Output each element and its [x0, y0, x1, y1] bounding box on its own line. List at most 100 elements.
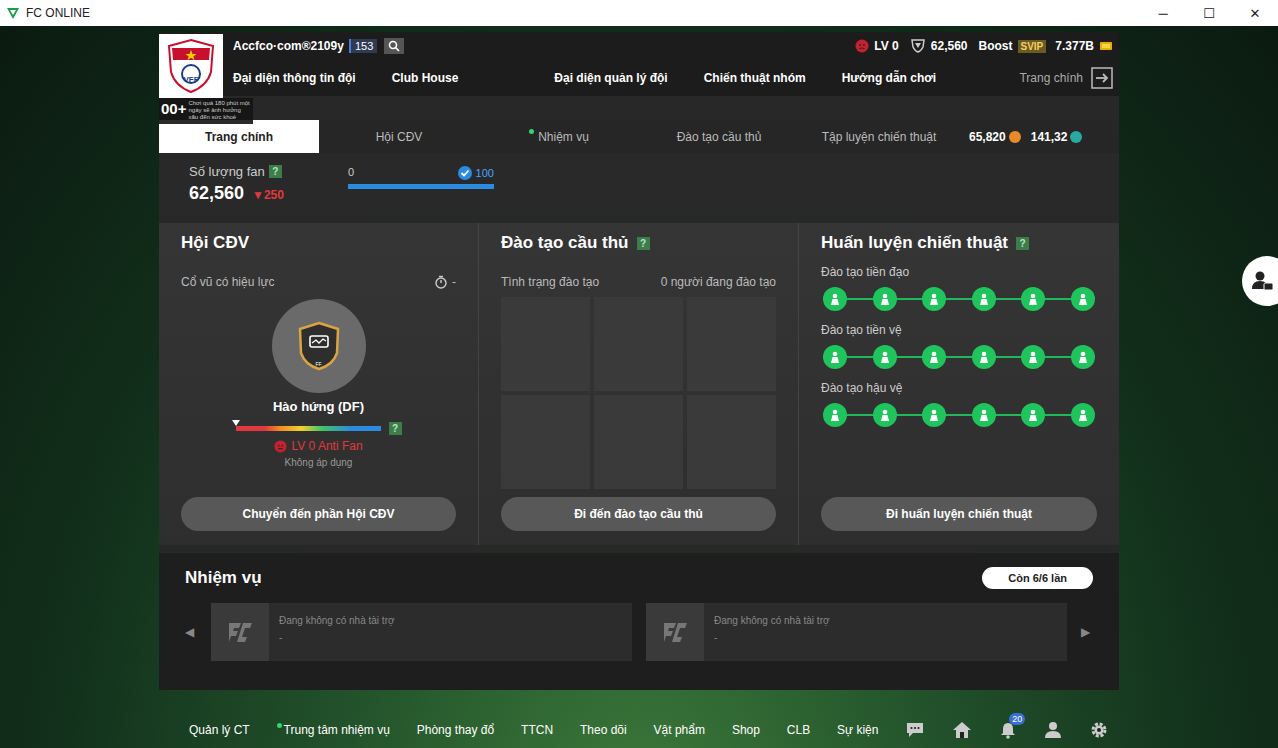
window-control[interactable]: ✕	[1232, 0, 1278, 26]
skill-icon	[1076, 350, 1090, 364]
training-node[interactable]	[922, 287, 946, 311]
help-button[interactable]: ?	[637, 237, 650, 250]
nav-item[interactable]: Hướng dẫn chơi	[842, 71, 936, 85]
training-node[interactable]	[1021, 403, 1045, 427]
bottom-menu-item[interactable]: Shop	[732, 723, 760, 737]
training-node[interactable]	[972, 403, 996, 427]
training-node[interactable]	[1071, 403, 1095, 427]
notification-dot	[529, 129, 534, 134]
search-icon	[388, 40, 400, 52]
coin-icon	[1070, 131, 1082, 143]
bottom-bar: Quản lý CT Trung tâm nhiệm vụ Phòng thay đ…	[169, 712, 1109, 748]
skill-icon	[1076, 292, 1090, 306]
home-link[interactable]: Trang chính	[1019, 67, 1113, 89]
track-label: Đào tạo tiền vệ	[821, 323, 1097, 337]
training-slot[interactable]	[687, 297, 776, 391]
training-slot[interactable]	[594, 297, 683, 391]
nav-item[interactable]: Chiến thuật nhóm	[704, 71, 806, 85]
bottom-menu-label: Shop	[732, 723, 760, 737]
team-name: Accfco·com®2109y	[233, 39, 344, 53]
training-slot[interactable]	[501, 297, 590, 391]
training-node[interactable]	[823, 345, 847, 369]
skill-icon	[828, 292, 842, 306]
boost-label: Boost	[979, 39, 1013, 53]
home-link-label: Trang chính	[1019, 71, 1083, 85]
nav-item[interactable]: Club House	[392, 71, 459, 85]
main-panel: VFFAccfco·com®2109y153LV 062,560BoostSVI…	[159, 32, 1119, 690]
bottom-menu-item[interactable]: CLB	[787, 723, 810, 737]
bottom-menu-item[interactable]: Quản lý CT	[189, 723, 250, 737]
tab[interactable]: Tập luyện chiến thuật	[799, 120, 959, 153]
training-node[interactable]	[873, 403, 897, 427]
cheer-badge[interactable]: FF	[272, 299, 366, 393]
track-line	[833, 414, 1085, 416]
bottom-menu-item[interactable]: Phòng thay đổ	[417, 723, 494, 737]
next-arrow[interactable]: ▶	[1081, 625, 1093, 639]
fan-rank: LV 0 Anti Fan	[291, 439, 362, 453]
mission-card[interactable]: Đang không có nhà tài trợ -	[646, 603, 1067, 661]
help-button[interactable]: ?	[1016, 237, 1029, 250]
chat-icon	[905, 721, 925, 739]
training-node[interactable]	[1071, 345, 1095, 369]
bottom-menu-item[interactable]: Trung tâm nhiệm vụ	[277, 723, 390, 737]
training-node[interactable]	[972, 287, 996, 311]
team-level-badge: 153	[349, 39, 377, 53]
training-slot[interactable]	[501, 395, 590, 489]
mission-title: Đang không có nhà tài trợ	[714, 615, 830, 626]
track-line	[833, 298, 1085, 300]
training-node[interactable]	[873, 287, 897, 311]
team-logo[interactable]: VFF	[159, 34, 223, 98]
progress-track	[348, 184, 494, 189]
training-node[interactable]	[972, 345, 996, 369]
bottom-menu-item[interactable]: Theo dõi	[580, 723, 627, 737]
bottom-menu-item[interactable]: TTCN	[521, 723, 553, 737]
missions-section: Nhiệm vụCòn 6/6 lần◀Đang không có nhà tà…	[159, 553, 1119, 690]
training-node[interactable]	[823, 403, 847, 427]
training-node[interactable]	[922, 345, 946, 369]
settings-button[interactable]	[1089, 720, 1109, 740]
bottom-menu-item[interactable]: Sự kiện	[837, 723, 878, 737]
mission-card[interactable]: Đang không có nhà tài trợ-	[211, 603, 632, 661]
training-node[interactable]	[873, 345, 897, 369]
profile-float-button[interactable]	[1242, 256, 1278, 306]
bottom-menu-item[interactable]: Vật phẩm	[654, 723, 705, 737]
chat-button[interactable]	[905, 721, 925, 739]
window-control[interactable]: ─	[1140, 0, 1186, 26]
mission-detail: -	[714, 632, 830, 643]
nav-item[interactable]: Đại diện thông tin đội	[233, 71, 356, 85]
nav-item[interactable]: Đại diện quản lý đội	[554, 71, 667, 85]
training-node[interactable]	[823, 287, 847, 311]
tab[interactable]: Hội CĐV	[319, 120, 479, 153]
cheer-name: Hào hứng (DF)	[181, 399, 456, 414]
mood-marker	[232, 420, 240, 426]
bottom-menu-label: TTCN	[521, 723, 553, 737]
notification-count: 20	[1009, 713, 1025, 725]
training-node[interactable]	[1071, 287, 1095, 311]
profile-button[interactable]	[1044, 721, 1062, 739]
tab[interactable]: Trang chính	[159, 120, 319, 153]
training-slot[interactable]	[687, 395, 776, 489]
skill-icon	[1026, 292, 1040, 306]
tab[interactable]: Đào tạo cầu thủ	[639, 120, 799, 153]
help-button[interactable]: ?	[269, 165, 282, 178]
user-chat-icon	[1250, 269, 1274, 293]
header: VFFAccfco·com®2109y153LV 062,560BoostSVI…	[159, 32, 1119, 96]
help-button[interactable]: ?	[389, 422, 402, 435]
home-button[interactable]	[952, 721, 972, 739]
supporters-button[interactable]: Chuyển đến phần Hội CĐV	[181, 497, 456, 531]
training-node[interactable]	[922, 403, 946, 427]
tactical-button[interactable]: Đi huấn luyện chiến thuật	[821, 497, 1097, 531]
prev-arrow[interactable]: ◀	[185, 625, 197, 639]
training-node[interactable]	[1021, 345, 1045, 369]
skill-icon	[878, 350, 892, 364]
training-node[interactable]	[1021, 287, 1045, 311]
training-slot[interactable]	[594, 395, 683, 489]
window-control[interactable]: ☐	[1186, 0, 1232, 26]
tab-label: Trang chính	[205, 130, 273, 144]
tab-bar: Trang chính Hội CĐVNhiệm vụĐào tạo cầu th…	[159, 120, 1119, 153]
search-button[interactable]	[384, 38, 404, 54]
notifications-button[interactable]: 20	[999, 721, 1017, 739]
tab[interactable]: Nhiệm vụ	[479, 120, 639, 153]
training-button[interactable]: Đi đến đào tạo cầu thủ	[501, 497, 776, 531]
skill-icon	[977, 350, 991, 364]
